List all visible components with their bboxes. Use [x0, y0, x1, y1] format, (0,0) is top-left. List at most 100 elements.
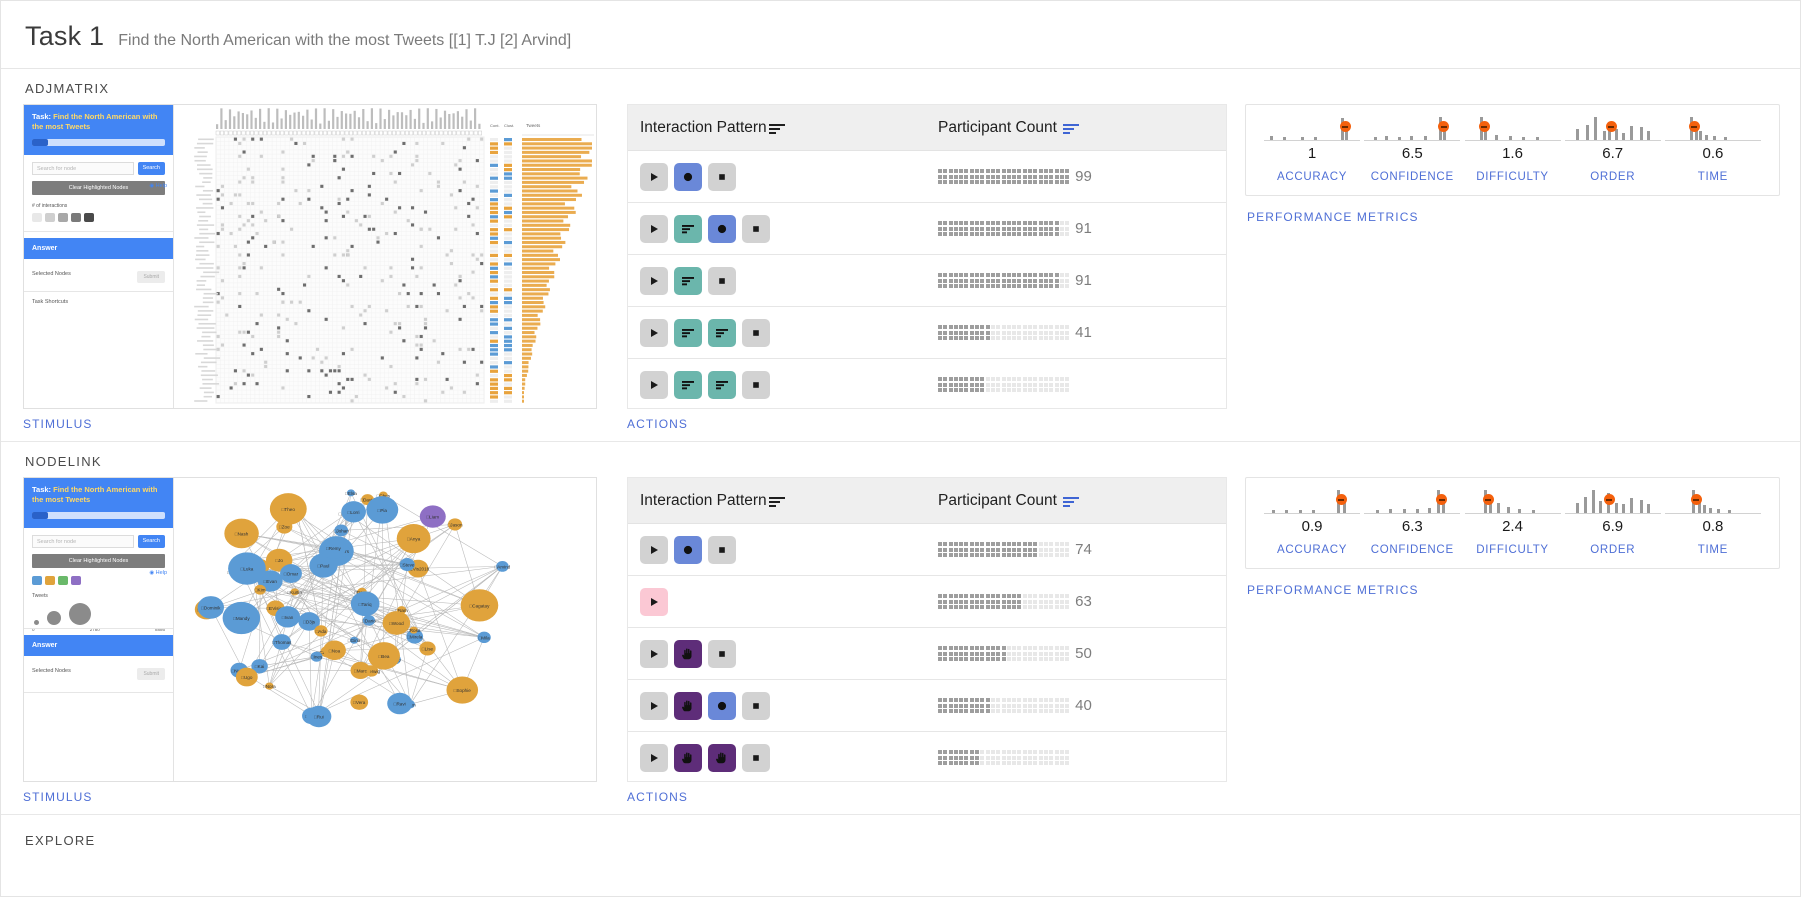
- action-chip-play[interactable]: [640, 214, 668, 243]
- metric-difficulty[interactable]: 1.6 DIFFICULTY: [1462, 117, 1562, 183]
- stimulus-clear-button[interactable]: Clear Highlighted Nodes: [32, 554, 165, 569]
- stimulus-clear-button[interactable]: Clear Highlighted Nodes: [32, 181, 165, 196]
- metric-value: 1.6: [1502, 145, 1523, 162]
- action-chip-circle[interactable]: [708, 214, 736, 243]
- table-row[interactable]: 63: [628, 576, 1226, 628]
- answer-header: Answer: [24, 238, 173, 259]
- metric-accuracy[interactable]: 0.9 ACCURACY: [1262, 490, 1362, 556]
- stimulus-search-button[interactable]: Search: [137, 535, 165, 549]
- column-header-interaction-pattern[interactable]: Interaction Pattern: [628, 492, 938, 510]
- participant-count-value: 74: [1075, 541, 1092, 558]
- table-row[interactable]: 50: [628, 628, 1226, 680]
- sort-icon[interactable]: [768, 122, 785, 134]
- metric-confidence[interactable]: 6.5 CONFIDENCE: [1362, 117, 1462, 183]
- submit-button[interactable]: Submit: [137, 668, 165, 680]
- stimulus-canvas: Tweets Cont. Clust.: [174, 105, 596, 408]
- adjacency-matrix-visual: Tweets Cont. Clust.: [194, 108, 594, 404]
- action-chip-hand[interactable]: [708, 743, 736, 772]
- column-header-participant-count[interactable]: Participant Count: [938, 119, 1226, 137]
- metric-histogram: [1364, 490, 1461, 514]
- actions-column: Interaction Pattern Participant Count 99 91…: [627, 104, 1227, 441]
- interaction-pattern-cell: [628, 162, 938, 191]
- metric-time[interactable]: 0.6 TIME: [1663, 117, 1763, 183]
- action-chip-sort[interactable]: [708, 318, 736, 347]
- submit-button[interactable]: Submit: [137, 271, 165, 283]
- table-row[interactable]: 91: [628, 255, 1226, 307]
- stimulus-search-button[interactable]: Search: [137, 162, 165, 176]
- action-chip-square[interactable]: [742, 318, 770, 347]
- metric-marker: [1688, 121, 1700, 132]
- svg-text:□Pia: □Pia: [378, 508, 388, 513]
- column-header-interaction-pattern[interactable]: Interaction Pattern: [628, 119, 938, 137]
- metric-accuracy[interactable]: 1 ACCURACY: [1262, 117, 1362, 183]
- svg-text:□Remy: □Remy: [326, 546, 341, 551]
- action-chip-square[interactable]: [742, 214, 770, 243]
- action-chip-sort[interactable]: [674, 214, 702, 243]
- table-row[interactable]: 41: [628, 307, 1226, 359]
- stimulus-thumbnail[interactable]: Task: Find the North American with the m…: [23, 104, 597, 409]
- stimulus-search-input[interactable]: Search for node: [32, 535, 134, 549]
- metric-order[interactable]: 6.9 ORDER: [1563, 490, 1663, 556]
- sort-icon[interactable]: [1062, 122, 1079, 134]
- metric-confidence[interactable]: 6.3 CONFIDENCE: [1362, 490, 1462, 556]
- svg-text:□Rosa: □Rosa: [407, 628, 421, 633]
- action-chip-circle[interactable]: [674, 162, 702, 191]
- action-chip-square[interactable]: [742, 691, 770, 720]
- waffle-chart: [938, 542, 1070, 557]
- action-chip-square[interactable]: [742, 370, 770, 399]
- action-chip-hand[interactable]: [674, 691, 702, 720]
- action-chip-hand[interactable]: [674, 743, 702, 772]
- stimulus-search-input[interactable]: Search for node: [32, 162, 134, 176]
- action-chip-play[interactable]: [640, 535, 668, 564]
- metric-histogram: [1564, 490, 1661, 514]
- action-chip-sort[interactable]: [674, 266, 702, 295]
- action-chip-play[interactable]: [640, 266, 668, 295]
- help-link[interactable]: ◉ Help: [149, 570, 167, 576]
- waffle-chart: [938, 646, 1070, 661]
- action-chip-play[interactable]: [640, 318, 668, 347]
- action-chip-square[interactable]: [708, 639, 736, 668]
- sort-icon[interactable]: [1062, 495, 1079, 507]
- svg-text:□Evan: □Evan: [264, 579, 278, 584]
- table-row[interactable]: [628, 732, 1226, 781]
- metric-difficulty[interactable]: 2.4 DIFFICULTY: [1462, 490, 1562, 556]
- metric-order[interactable]: 6.7 ORDER: [1563, 117, 1663, 183]
- action-chip-sort[interactable]: [708, 370, 736, 399]
- action-chip-circle[interactable]: [708, 691, 736, 720]
- stimulus-thumbnail[interactable]: Task: Find the North American with the m…: [23, 477, 597, 782]
- svg-text:□Kai: □Kai: [255, 664, 264, 669]
- metric-label: CONFIDENCE: [1370, 544, 1454, 556]
- table-row[interactable]: 91: [628, 203, 1226, 255]
- column-header-participant-count[interactable]: Participant Count: [938, 492, 1226, 510]
- action-chip-play[interactable]: [640, 370, 668, 399]
- action-chip-play[interactable]: [640, 587, 668, 616]
- action-chip-circle[interactable]: [674, 535, 702, 564]
- action-chip-square[interactable]: [708, 266, 736, 295]
- participant-count-cell: [938, 750, 1226, 765]
- action-chip-play[interactable]: [640, 162, 668, 191]
- help-link[interactable]: ◉ Help: [149, 183, 167, 189]
- action-chip-sort[interactable]: [674, 318, 702, 347]
- action-chip-square[interactable]: [708, 535, 736, 564]
- action-chip-square[interactable]: [742, 743, 770, 772]
- svg-text:□Kim: □Kim: [255, 588, 266, 593]
- table-row[interactable]: 40: [628, 680, 1226, 732]
- metric-label: ACCURACY: [1277, 544, 1348, 556]
- action-chip-play[interactable]: [640, 691, 668, 720]
- stimulus-task-banner: Task: Find the North American with the m…: [24, 478, 173, 529]
- action-chip-hand[interactable]: [674, 639, 702, 668]
- table-row[interactable]: 99: [628, 151, 1226, 203]
- action-chip-sort[interactable]: [674, 370, 702, 399]
- metric-label: TIME: [1697, 171, 1729, 183]
- svg-text:□Thomas: □Thomas: [272, 640, 292, 645]
- sort-icon[interactable]: [768, 495, 785, 507]
- performance-metrics-card: 1 ACCURACY 6.5 CONFIDENCE 1.6 DIFFICULTY 6.7 OR…: [1245, 104, 1780, 196]
- action-chip-square[interactable]: [708, 162, 736, 191]
- action-chip-play[interactable]: [640, 743, 668, 772]
- table-row[interactable]: 74: [628, 524, 1226, 576]
- action-chip-play[interactable]: [640, 639, 668, 668]
- table-row[interactable]: [628, 359, 1226, 408]
- actions-table: Interaction Pattern Participant Count 99 91…: [627, 104, 1227, 409]
- metric-time[interactable]: 0.8 TIME: [1663, 490, 1763, 556]
- participant-count-value: 63: [1075, 593, 1092, 610]
